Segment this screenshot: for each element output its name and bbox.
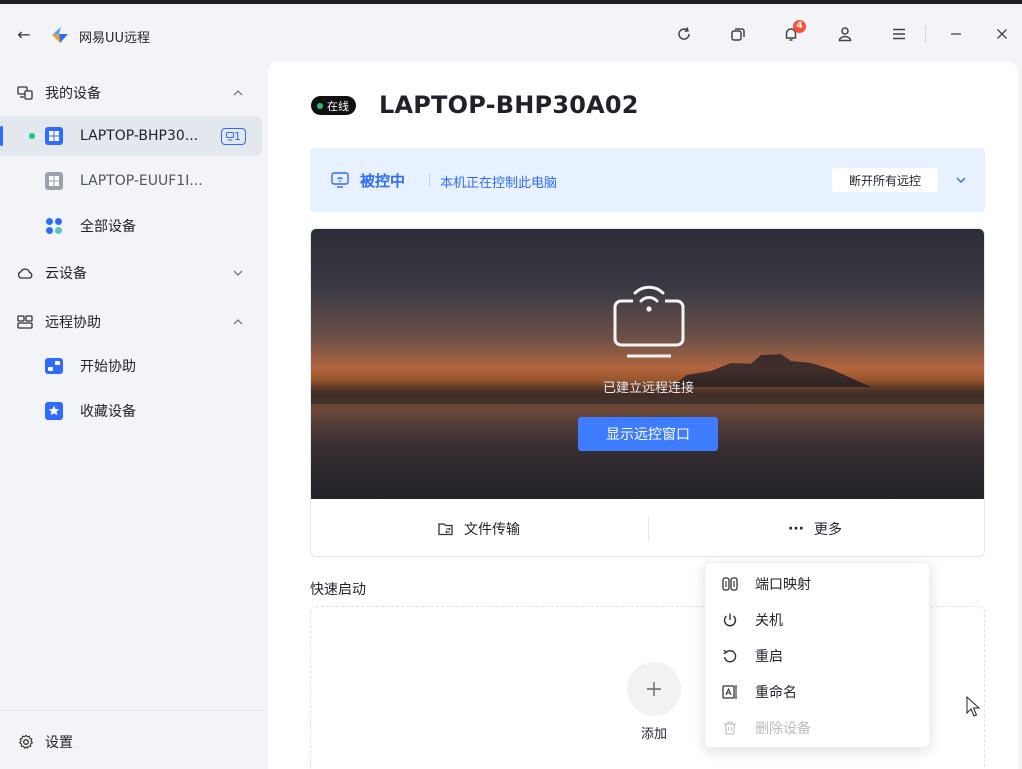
notification-badge: 4: [793, 20, 806, 33]
active-indicator: [0, 126, 3, 146]
online-dot: [317, 102, 323, 109]
settings-button[interactable]: 设置: [0, 710, 267, 769]
file-transfer-label: 文件传输: [464, 521, 520, 538]
sidebar: 我的设备 LAPTOP-BHP30... 1 LAPTOP-EUUF1I...: [0, 60, 267, 769]
title-bar-controls: 4: [672, 8, 1022, 60]
menu-item-delete-device: 删除设备: [705, 710, 931, 746]
title-bar: ← 网易UU远程 4: [0, 8, 1022, 60]
minimize-icon[interactable]: [944, 22, 968, 46]
action-divider: [648, 517, 649, 541]
app-window: ← 网易UU远程 4 我的设备 LAPTOP-BHP30... 1 LAPTOP…: [0, 0, 1022, 769]
menu-icon[interactable]: [887, 22, 911, 46]
more-dots-icon: ···: [788, 520, 804, 537]
online-status-label: 在线: [327, 99, 349, 113]
sidebar-group-label: 云设备: [45, 266, 87, 282]
title-bar-divider: [925, 25, 926, 43]
refresh-icon[interactable]: [672, 22, 696, 46]
device-title: LAPTOP-BHP30A02: [379, 91, 639, 119]
start-assist-icon: [44, 356, 64, 376]
sidebar-item-favorites[interactable]: 收藏设备: [0, 391, 262, 431]
mouse-pointer-icon: [966, 696, 982, 718]
sidebar-item-start-assist[interactable]: 开始协助: [0, 346, 262, 386]
port-mapping-icon: [721, 575, 739, 593]
card-action-bar: 文件传输 ··· 更多: [311, 499, 984, 556]
menu-item-rename[interactable]: 重命名: [705, 674, 931, 710]
show-remote-window-button[interactable]: 显示远控窗口: [578, 417, 718, 451]
more-actions-menu: 端口映射 关机 重启 重命名 删除设备: [704, 562, 930, 748]
controlled-label: 被控中: [360, 172, 406, 190]
chevron-up-icon[interactable]: [231, 315, 245, 329]
plus-icon: [647, 682, 661, 696]
sidebar-group-label: 远程协助: [45, 315, 101, 331]
online-status-dot: [29, 133, 35, 139]
banner-divider: [429, 173, 430, 187]
more-label: 更多: [813, 521, 842, 538]
menu-item-shutdown[interactable]: 关机: [705, 602, 931, 638]
sidebar-group-remote-assist[interactable]: 远程协助: [0, 302, 267, 342]
rename-icon: [721, 683, 739, 701]
chevron-down-icon[interactable]: [953, 172, 969, 188]
sidebar-item-all-devices[interactable]: 全部设备: [0, 206, 262, 246]
chevron-down-icon[interactable]: [231, 266, 245, 280]
sidebar-group-cloud-devices[interactable]: 云设备: [0, 253, 267, 293]
quick-launch-title: 快速启动: [310, 582, 366, 598]
sidebar-item-device-2[interactable]: LAPTOP-EUUF1I...: [0, 161, 262, 201]
wifi-monitor-icon: [611, 281, 687, 361]
more-button[interactable]: ··· 更多: [788, 499, 842, 556]
sidebar-group-label: 我的设备: [45, 86, 101, 102]
session-count: 1: [234, 130, 241, 143]
restart-icon: [721, 647, 739, 665]
controlled-description: 本机正在控制此电脑: [440, 176, 558, 191]
menu-item-label: 端口映射: [755, 577, 811, 593]
menu-item-port-mapping[interactable]: 端口映射: [705, 566, 931, 602]
sunset-background-image: 已建立远程连接 显示远控窗口: [311, 229, 984, 499]
menu-item-label: 重启: [755, 649, 783, 665]
cloud-icon: [16, 264, 34, 282]
controlled-banner: 被控中 本机正在控制此电脑 断开所有远控: [310, 148, 985, 212]
menu-item-label: 关机: [755, 613, 783, 629]
session-count-badge: 1: [221, 128, 246, 145]
sidebar-group-my-devices[interactable]: 我的设备: [0, 73, 267, 113]
sidebar-item-label: 全部设备: [80, 219, 136, 235]
disconnect-all-button[interactable]: 断开所有远控: [832, 168, 938, 192]
app-title: 网易UU远程: [79, 31, 151, 46]
device-name: LAPTOP-EUUF1I...: [80, 173, 203, 189]
menu-item-label: 重命名: [755, 685, 797, 701]
device-name: LAPTOP-BHP30...: [80, 128, 199, 144]
sidebar-item-label: 收藏设备: [80, 404, 136, 420]
screen-icon: [226, 132, 234, 141]
menu-item-label: 删除设备: [755, 721, 811, 737]
online-status-pill: 在线: [311, 96, 356, 115]
gear-icon: [17, 733, 35, 751]
chevron-up-icon[interactable]: [231, 86, 245, 100]
connection-status-text: 已建立远程连接: [602, 381, 694, 396]
windows-device-icon: [44, 171, 64, 191]
sidebar-item-label: 开始协助: [80, 359, 136, 375]
settings-label: 设置: [45, 735, 73, 751]
back-arrow-icon[interactable]: ←: [14, 24, 34, 44]
notification-bell-icon[interactable]: 4: [779, 20, 806, 46]
file-transfer-button[interactable]: 文件传输: [438, 499, 520, 556]
all-devices-icon: [44, 216, 64, 236]
power-icon: [721, 611, 739, 629]
app-logo-icon: [50, 26, 70, 44]
add-shortcut-label: 添加: [640, 727, 667, 742]
star-bookmark-icon: [44, 401, 64, 421]
remote-assist-icon: [16, 313, 34, 331]
windows-device-icon: [44, 126, 64, 146]
remote-session-card: 已建立远程连接 显示远控窗口 文件传输 ··· 更多: [310, 228, 985, 557]
devices-icon: [16, 84, 34, 102]
multi-window-icon[interactable]: [726, 22, 750, 46]
remote-controlled-icon: [330, 170, 350, 190]
close-icon[interactable]: [990, 22, 1014, 46]
user-icon[interactable]: [833, 22, 857, 46]
add-shortcut-button[interactable]: [627, 662, 681, 716]
trash-icon: [721, 719, 739, 737]
menu-item-restart[interactable]: 重启: [705, 638, 931, 674]
folder-transfer-icon: [438, 522, 454, 536]
sidebar-item-device-1[interactable]: LAPTOP-BHP30... 1: [0, 116, 262, 156]
